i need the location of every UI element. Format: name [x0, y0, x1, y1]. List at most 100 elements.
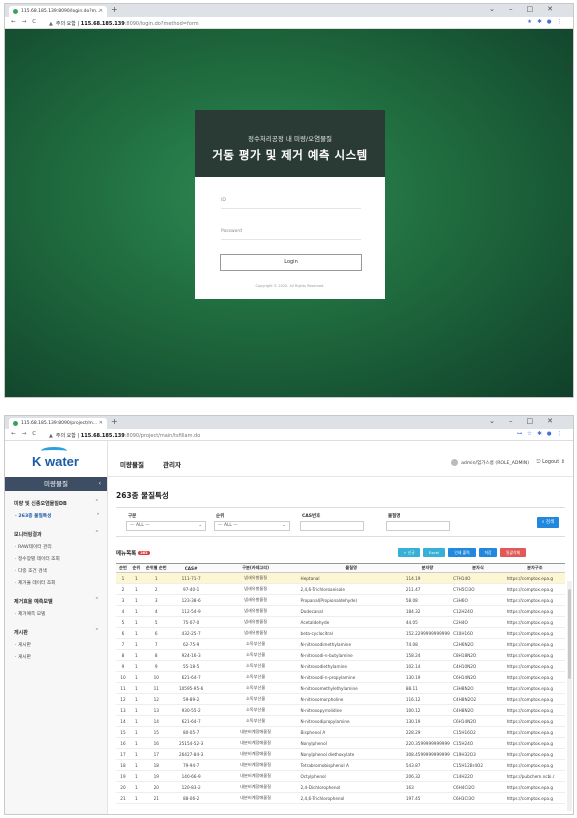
table-cell[interactable]: https://comptox.epa.g	[504, 726, 565, 738]
browser-toolbar-icons[interactable]: ⊶☆✱●⋮	[517, 431, 567, 437]
table-row[interactable]: 19 1 19 140-66-9 내분비계장애물질 Octylphenol 206.32 C1…	[116, 770, 565, 782]
table-cell[interactable]: https://pubchem.ncbi.r	[504, 770, 565, 782]
nav-buttons[interactable]: ←→C	[11, 19, 42, 25]
new-tab-icon[interactable]: +	[111, 5, 118, 14]
browser-toolbar-icons[interactable]: ★✱●⋮	[527, 19, 567, 25]
table-row[interactable]: 4 1 4 112-54-9 냄새유발물질 Dodecanal 184.32 C12H24O h…	[116, 605, 565, 617]
window-controls[interactable]: ⌄–□✕	[489, 5, 567, 13]
sidebar-section-title[interactable]: 모니터링결과 ⌃	[5, 528, 107, 541]
table-cell[interactable]: https://comptox.epa.g	[504, 583, 565, 595]
close-tab-icon[interactable]: ✕	[99, 420, 103, 426]
nav-item-micropollutants[interactable]: 미량물질	[120, 459, 144, 469]
table-row[interactable]: 8 1 8 924-16-3 소독부산물 N-nitrosodi-n-butylamine…	[116, 649, 565, 661]
category-select[interactable]: --- ALL --- ⌄	[126, 521, 206, 531]
table-cell[interactable]: https://comptox.epa.g	[504, 572, 565, 584]
sidebar-section-title[interactable]: 미량 및 신종오염물질DB ⌃	[5, 497, 107, 510]
table-cell[interactable]: https://comptox.epa.g	[504, 638, 565, 650]
table-row[interactable]: 1 1 1 111-71-7 냄새유발물질 Heptanal 114.19 C7H14O htt…	[116, 572, 565, 584]
column-header[interactable]: 순위	[129, 563, 143, 573]
table-cell[interactable]: https://comptox.epa.g	[504, 660, 565, 672]
column-header[interactable]: 분자식	[451, 563, 505, 573]
table-cell[interactable]: https://comptox.epa.g	[504, 781, 565, 793]
close-tab-icon[interactable]: ✕	[99, 8, 103, 14]
excel-button[interactable]: Excel	[423, 548, 445, 557]
browser-tab[interactable]: 115.68.185.139:8090/project/m... ✕	[9, 418, 107, 429]
scrollbar[interactable]	[567, 581, 572, 811]
table-cell[interactable]: https://comptox.epa.g	[504, 627, 565, 639]
column-header[interactable]: CAS#	[169, 563, 213, 573]
sidebar-item[interactable]: · 263종 물질특성 ›	[5, 510, 107, 522]
new-tab-icon[interactable]: +	[111, 417, 118, 426]
table-row[interactable]: 21 1 21 88-06-2 내분비계장애물질 2,4,6-Trichloropheno…	[116, 792, 565, 804]
bulk-delete-button[interactable]: 일괄삭제	[500, 548, 526, 557]
table-cell[interactable]: https://comptox.epa.g	[504, 594, 565, 606]
scrollbar-thumb[interactable]	[568, 589, 571, 679]
collapse-icon[interactable]: ‹	[99, 477, 101, 491]
new-button[interactable]: + 신규	[398, 548, 420, 557]
column-header[interactable]: 분자량	[403, 563, 452, 573]
table-row[interactable]: 14 1 14 621-64-7 소독부산물 N-nitrosodipropylamine…	[116, 715, 565, 727]
table-row[interactable]: 5 1 5 75-07-0 냄새유발물질 Acetaldehyde 44.05 C2H4O ht…	[116, 616, 565, 628]
url-field[interactable]: ▲ 주의 요함 | 115.68.185.139:8090/project/mai…	[49, 432, 200, 439]
column-header[interactable]: 순위별 순번	[142, 563, 170, 573]
nav-buttons[interactable]: ←→C	[11, 431, 42, 437]
print-button[interactable]: 인쇄 출력	[448, 548, 476, 557]
table-cell[interactable]: https://comptox.epa.g	[504, 737, 565, 749]
table-row[interactable]: 2 1 2 97-40-1 냄새유발물질 2,4,6-Trichloroanisole 21…	[116, 583, 565, 595]
sidebar-section-title[interactable]: 게시판 ⌃	[5, 626, 107, 639]
save-button[interactable]: 저장	[479, 548, 497, 557]
column-header[interactable]: 물질명	[298, 563, 404, 573]
table-cell[interactable]: https://comptox.epa.g	[504, 693, 565, 705]
table-cell[interactable]: https://comptox.epa.g	[504, 605, 565, 617]
side-tab[interactable]	[565, 62, 573, 74]
cas-input[interactable]	[300, 521, 364, 531]
kwater-logo[interactable]: K water	[5, 441, 107, 477]
sidebar-item[interactable]: · 다중 조건 검색	[5, 565, 107, 577]
table-row[interactable]: 9 1 9 55-18-5 소독부산물 N-nitrosodiethylamine 102.…	[116, 660, 565, 672]
order-select[interactable]: --- ALL --- ⌄	[214, 521, 290, 531]
sidebar-item[interactable]: · 게시판	[5, 651, 107, 663]
column-header[interactable]: 구분(카테고리)	[212, 563, 299, 573]
id-field[interactable]: ID	[221, 198, 226, 203]
url-field[interactable]: ▲ 주의 요함 | 115.68.185.139:8090/login.do?me…	[49, 20, 199, 27]
table-cell[interactable]: https://comptox.epa.g	[504, 616, 565, 628]
table-cell[interactable]: https://comptox.epa.g	[504, 715, 565, 727]
sidebar-item[interactable]: · 제거율 데이터 조회	[5, 577, 107, 589]
browser-tab[interactable]: 115.68.185.139:8090/login.do?m... ✕	[9, 6, 107, 17]
table-cell[interactable]: https://comptox.epa.g	[504, 649, 565, 661]
table-row[interactable]: 3 1 3 123-38-6 냄새유발물질 Propanal(Propionaldehyd…	[116, 594, 565, 606]
nav-item-admin[interactable]: 관리자	[163, 459, 181, 469]
table-row[interactable]: 12 1 12 59-89-2 소독부산물 N-nitrosomorpholine 116.…	[116, 693, 565, 705]
table-row[interactable]: 6 1 6 432-25-7 냄새유발물질 beta-cyclocitral 152.229…	[116, 627, 565, 639]
table-cell[interactable]: https://comptox.epa.g	[504, 682, 565, 694]
sidebar-item[interactable]: · RAW데이터 관리	[5, 541, 107, 553]
table-row[interactable]: 10 1 10 621-64-7 소독부산물 N-nitrosodi-n-propylam…	[116, 671, 565, 683]
table-cell[interactable]: https://comptox.epa.g	[504, 792, 565, 804]
name-input[interactable]	[386, 521, 450, 531]
table-cell[interactable]: https://comptox.epa.g	[504, 748, 565, 760]
table-row[interactable]: 15 1 15 80-05-7 내분비계장애물질 Bisphenol A 228.29 C15…	[116, 726, 565, 738]
table-row[interactable]: 11 1 11 10595-95-6 소독부산물 N-nitrosomethylethyl…	[116, 682, 565, 694]
table-row[interactable]: 18 1 18 79-94-7 내분비계장애물질 Tetrabromobisphenol …	[116, 759, 565, 771]
table-cell[interactable]: https://comptox.epa.g	[504, 704, 565, 716]
password-field[interactable]: Password	[221, 229, 242, 234]
sidebar-item[interactable]: · 정수장별 데이터 조회	[5, 553, 107, 565]
table-cell[interactable]: https://comptox.epa.g	[504, 759, 565, 771]
column-header[interactable]: 순번	[116, 563, 130, 573]
table-row[interactable]: 20 1 20 120-83-2 내분비계장애물질 2,4-Dichlorophenol 1…	[116, 781, 565, 793]
sidebar-section-title[interactable]: 제거효율 예측모델 ⌃	[5, 595, 107, 608]
table-cell[interactable]: https://comptox.epa.g	[504, 671, 565, 683]
table-row[interactable]: 13 1 13 930-55-2 소독부산물 N-nitrosopyrrolidine 10…	[116, 704, 565, 716]
logout-button[interactable]: ⎋ Logout ⇕	[537, 459, 565, 465]
table-row[interactable]: 17 1 17 26427-84-3 내분비계장애물질 Nonylphenol dieth…	[116, 748, 565, 760]
user-info[interactable]: admin/엄가스롱 (ROLE_ADMIN)	[451, 459, 529, 466]
window-controls[interactable]: ⌄–□✕	[489, 417, 567, 425]
search-button[interactable]: ⌕ 검색	[537, 517, 559, 528]
sidebar-item[interactable]: · 제거예측 모델	[5, 608, 107, 620]
table-row[interactable]: 7 1 7 62-75-9 소독부산물 N-nitrosodimethylamine 74.…	[116, 638, 565, 650]
sidebar-item[interactable]: · 게시판	[5, 639, 107, 651]
table-cell: 2	[142, 583, 170, 595]
column-header[interactable]: 분자구조	[504, 563, 565, 573]
login-button[interactable]: Login	[220, 254, 362, 271]
table-row[interactable]: 16 1 16 25154-52-3 내분비계장애물질 Nonylphenol 220.35…	[116, 737, 565, 749]
